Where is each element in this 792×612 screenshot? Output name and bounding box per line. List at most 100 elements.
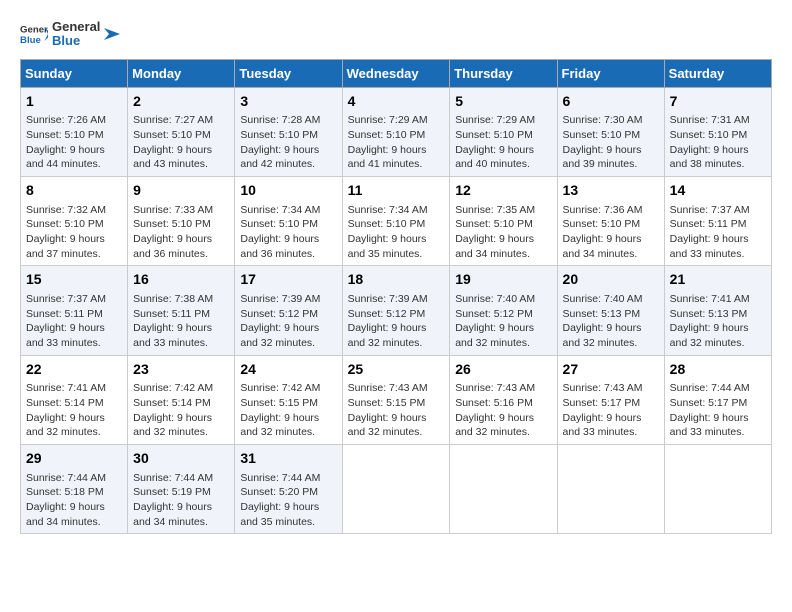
- day-number: 31: [240, 449, 336, 469]
- day-content: Sunrise: 7:29 AM Sunset: 5:10 PM Dayligh…: [455, 113, 551, 172]
- calendar-cell: 28 Sunrise: 7:44 AM Sunset: 5:17 PM Dayl…: [664, 355, 771, 444]
- day-number: 4: [348, 92, 445, 112]
- day-number: 16: [133, 270, 229, 290]
- calendar-cell: 17 Sunrise: 7:39 AM Sunset: 5:12 PM Dayl…: [235, 266, 342, 355]
- day-content: Sunrise: 7:26 AM Sunset: 5:10 PM Dayligh…: [26, 113, 122, 172]
- calendar-cell: 26 Sunrise: 7:43 AM Sunset: 5:16 PM Dayl…: [450, 355, 557, 444]
- calendar-cell: [557, 444, 664, 533]
- day-content: Sunrise: 7:44 AM Sunset: 5:18 PM Dayligh…: [26, 471, 122, 530]
- page-header: General Blue General Blue: [20, 20, 772, 49]
- day-content: Sunrise: 7:37 AM Sunset: 5:11 PM Dayligh…: [670, 203, 766, 262]
- calendar-cell: 3 Sunrise: 7:28 AM Sunset: 5:10 PM Dayli…: [235, 87, 342, 176]
- day-number: 24: [240, 360, 336, 380]
- day-number: 29: [26, 449, 122, 469]
- logo-line2: Blue: [52, 34, 100, 48]
- logo-line1: General: [52, 20, 100, 34]
- calendar-cell: 16 Sunrise: 7:38 AM Sunset: 5:11 PM Dayl…: [128, 266, 235, 355]
- calendar-cell: 14 Sunrise: 7:37 AM Sunset: 5:11 PM Dayl…: [664, 176, 771, 265]
- calendar-cell: 27 Sunrise: 7:43 AM Sunset: 5:17 PM Dayl…: [557, 355, 664, 444]
- calendar-cell: 5 Sunrise: 7:29 AM Sunset: 5:10 PM Dayli…: [450, 87, 557, 176]
- day-number: 8: [26, 181, 122, 201]
- day-number: 9: [133, 181, 229, 201]
- calendar-cell: [450, 444, 557, 533]
- calendar-cell: 11 Sunrise: 7:34 AM Sunset: 5:10 PM Dayl…: [342, 176, 450, 265]
- day-content: Sunrise: 7:43 AM Sunset: 5:15 PM Dayligh…: [348, 381, 445, 440]
- day-number: 17: [240, 270, 336, 290]
- day-content: Sunrise: 7:37 AM Sunset: 5:11 PM Dayligh…: [26, 292, 122, 351]
- day-number: 30: [133, 449, 229, 469]
- calendar-cell: 13 Sunrise: 7:36 AM Sunset: 5:10 PM Dayl…: [557, 176, 664, 265]
- calendar-cell: 10 Sunrise: 7:34 AM Sunset: 5:10 PM Dayl…: [235, 176, 342, 265]
- day-content: Sunrise: 7:33 AM Sunset: 5:10 PM Dayligh…: [133, 203, 229, 262]
- column-header-thursday: Thursday: [450, 59, 557, 87]
- day-content: Sunrise: 7:41 AM Sunset: 5:14 PM Dayligh…: [26, 381, 122, 440]
- day-content: Sunrise: 7:40 AM Sunset: 5:12 PM Dayligh…: [455, 292, 551, 351]
- day-content: Sunrise: 7:43 AM Sunset: 5:16 PM Dayligh…: [455, 381, 551, 440]
- day-number: 20: [563, 270, 659, 290]
- day-number: 2: [133, 92, 229, 112]
- svg-text:General: General: [20, 25, 48, 36]
- day-number: 12: [455, 181, 551, 201]
- calendar-cell: 15 Sunrise: 7:37 AM Sunset: 5:11 PM Dayl…: [21, 266, 128, 355]
- day-number: 18: [348, 270, 445, 290]
- day-content: Sunrise: 7:39 AM Sunset: 5:12 PM Dayligh…: [240, 292, 336, 351]
- day-content: Sunrise: 7:30 AM Sunset: 5:10 PM Dayligh…: [563, 113, 659, 172]
- day-content: Sunrise: 7:40 AM Sunset: 5:13 PM Dayligh…: [563, 292, 659, 351]
- day-content: Sunrise: 7:44 AM Sunset: 5:20 PM Dayligh…: [240, 471, 336, 530]
- day-content: Sunrise: 7:32 AM Sunset: 5:10 PM Dayligh…: [26, 203, 122, 262]
- column-header-friday: Friday: [557, 59, 664, 87]
- column-header-wednesday: Wednesday: [342, 59, 450, 87]
- day-content: Sunrise: 7:41 AM Sunset: 5:13 PM Dayligh…: [670, 292, 766, 351]
- calendar-cell: 23 Sunrise: 7:42 AM Sunset: 5:14 PM Dayl…: [128, 355, 235, 444]
- calendar-cell: 20 Sunrise: 7:40 AM Sunset: 5:13 PM Dayl…: [557, 266, 664, 355]
- calendar-cell: 29 Sunrise: 7:44 AM Sunset: 5:18 PM Dayl…: [21, 444, 128, 533]
- day-number: 6: [563, 92, 659, 112]
- column-header-sunday: Sunday: [21, 59, 128, 87]
- logo-icon: General Blue: [20, 20, 48, 48]
- calendar-cell: 24 Sunrise: 7:42 AM Sunset: 5:15 PM Dayl…: [235, 355, 342, 444]
- day-content: Sunrise: 7:42 AM Sunset: 5:14 PM Dayligh…: [133, 381, 229, 440]
- day-number: 13: [563, 181, 659, 201]
- day-content: Sunrise: 7:39 AM Sunset: 5:12 PM Dayligh…: [348, 292, 445, 351]
- calendar-cell: 6 Sunrise: 7:30 AM Sunset: 5:10 PM Dayli…: [557, 87, 664, 176]
- calendar-cell: 4 Sunrise: 7:29 AM Sunset: 5:10 PM Dayli…: [342, 87, 450, 176]
- calendar-cell: 31 Sunrise: 7:44 AM Sunset: 5:20 PM Dayl…: [235, 444, 342, 533]
- column-header-tuesday: Tuesday: [235, 59, 342, 87]
- day-content: Sunrise: 7:43 AM Sunset: 5:17 PM Dayligh…: [563, 381, 659, 440]
- calendar-cell: 21 Sunrise: 7:41 AM Sunset: 5:13 PM Dayl…: [664, 266, 771, 355]
- calendar-cell: 1 Sunrise: 7:26 AM Sunset: 5:10 PM Dayli…: [21, 87, 128, 176]
- day-content: Sunrise: 7:42 AM Sunset: 5:15 PM Dayligh…: [240, 381, 336, 440]
- day-content: Sunrise: 7:38 AM Sunset: 5:11 PM Dayligh…: [133, 292, 229, 351]
- calendar-cell: 8 Sunrise: 7:32 AM Sunset: 5:10 PM Dayli…: [21, 176, 128, 265]
- day-number: 11: [348, 181, 445, 201]
- day-number: 7: [670, 92, 766, 112]
- logo-arrow-icon: [104, 24, 124, 44]
- calendar-cell: 2 Sunrise: 7:27 AM Sunset: 5:10 PM Dayli…: [128, 87, 235, 176]
- column-header-monday: Monday: [128, 59, 235, 87]
- calendar-cell: 18 Sunrise: 7:39 AM Sunset: 5:12 PM Dayl…: [342, 266, 450, 355]
- calendar-cell: 22 Sunrise: 7:41 AM Sunset: 5:14 PM Dayl…: [21, 355, 128, 444]
- day-number: 1: [26, 92, 122, 112]
- column-header-saturday: Saturday: [664, 59, 771, 87]
- day-number: 5: [455, 92, 551, 112]
- day-content: Sunrise: 7:27 AM Sunset: 5:10 PM Dayligh…: [133, 113, 229, 172]
- calendar-cell: [342, 444, 450, 533]
- day-number: 25: [348, 360, 445, 380]
- day-number: 27: [563, 360, 659, 380]
- day-content: Sunrise: 7:36 AM Sunset: 5:10 PM Dayligh…: [563, 203, 659, 262]
- day-number: 15: [26, 270, 122, 290]
- calendar-cell: 25 Sunrise: 7:43 AM Sunset: 5:15 PM Dayl…: [342, 355, 450, 444]
- day-content: Sunrise: 7:35 AM Sunset: 5:10 PM Dayligh…: [455, 203, 551, 262]
- day-content: Sunrise: 7:29 AM Sunset: 5:10 PM Dayligh…: [348, 113, 445, 172]
- day-number: 19: [455, 270, 551, 290]
- day-content: Sunrise: 7:34 AM Sunset: 5:10 PM Dayligh…: [348, 203, 445, 262]
- day-number: 28: [670, 360, 766, 380]
- calendar-cell: 9 Sunrise: 7:33 AM Sunset: 5:10 PM Dayli…: [128, 176, 235, 265]
- calendar-cell: 19 Sunrise: 7:40 AM Sunset: 5:12 PM Dayl…: [450, 266, 557, 355]
- day-number: 21: [670, 270, 766, 290]
- day-content: Sunrise: 7:44 AM Sunset: 5:17 PM Dayligh…: [670, 381, 766, 440]
- day-content: Sunrise: 7:31 AM Sunset: 5:10 PM Dayligh…: [670, 113, 766, 172]
- day-content: Sunrise: 7:34 AM Sunset: 5:10 PM Dayligh…: [240, 203, 336, 262]
- day-number: 23: [133, 360, 229, 380]
- logo: General Blue General Blue: [20, 20, 124, 49]
